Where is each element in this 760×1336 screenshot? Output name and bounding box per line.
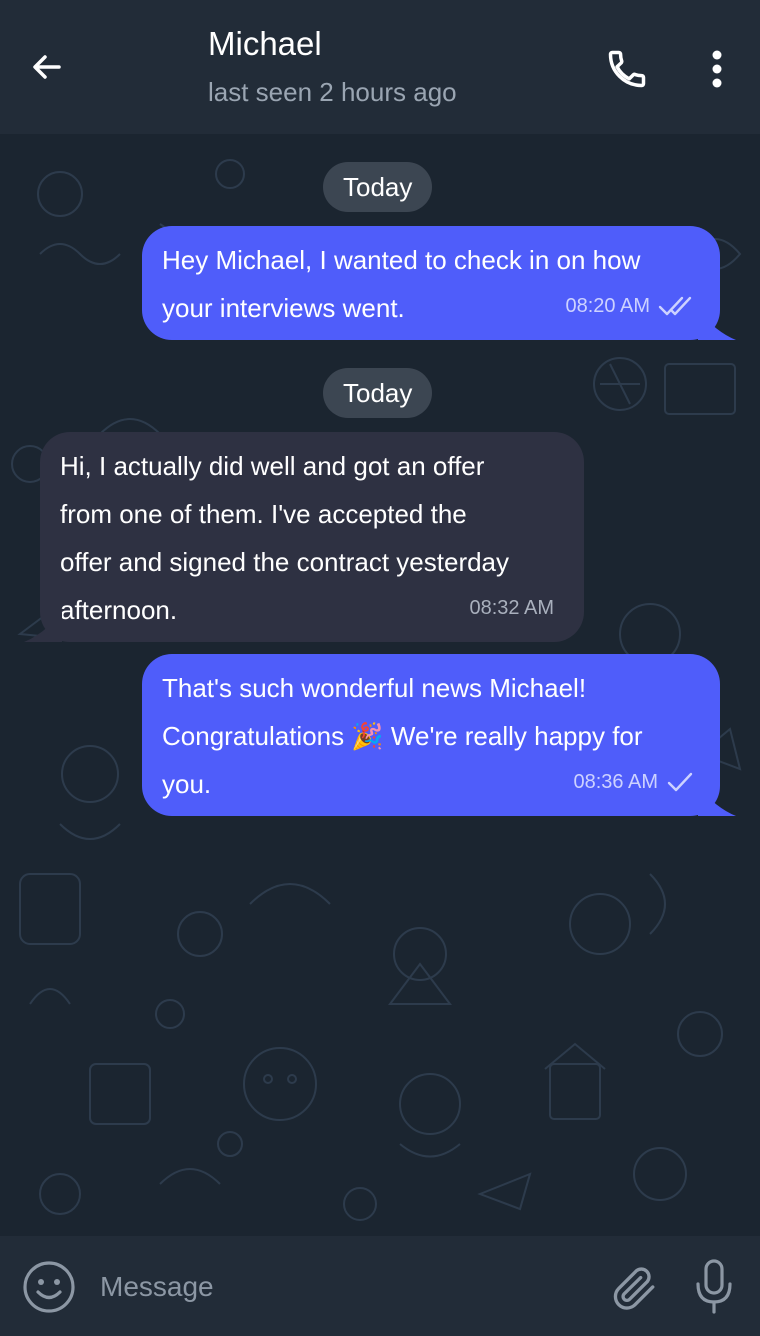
chat-area[interactable]: Today Hey Michael, I wanted to check in … — [0, 134, 760, 1236]
date-separator: Today — [323, 368, 433, 418]
message-composer — [0, 1236, 760, 1336]
arrow-left-icon — [33, 55, 61, 79]
check-icon — [667, 772, 693, 792]
call-button[interactable] — [600, 42, 654, 96]
message-meta: 08:20 AM — [565, 282, 694, 330]
message-meta: 08:32 AM — [469, 584, 554, 632]
message-input[interactable] — [100, 1264, 580, 1310]
emoji-button[interactable] — [20, 1258, 78, 1316]
date-separator: Today — [323, 162, 433, 212]
more-vertical-icon — [712, 50, 722, 88]
message-line: Hey Michael, I wanted to check in on how — [162, 245, 641, 275]
message-time: 08:20 AM — [565, 295, 650, 317]
outgoing-message[interactable]: That's such wonderful news Michael! Cong… — [142, 654, 736, 816]
bubble-tail — [24, 612, 62, 642]
double-check-icon — [658, 296, 692, 316]
message-line: Congratulations 🎉 We're really happy for — [162, 721, 643, 751]
more-options-button[interactable] — [694, 42, 740, 96]
microphone-icon — [696, 1259, 732, 1314]
contact-name[interactable]: Michael — [208, 25, 322, 63]
contact-last-seen: last seen 2 hours ago — [208, 77, 457, 107]
bubble-tail — [698, 310, 736, 340]
attach-button[interactable] — [604, 1258, 664, 1318]
smiley-icon — [23, 1261, 75, 1313]
message-line: offer and signed the contract yesterday — [60, 547, 510, 577]
microphone-button[interactable] — [686, 1254, 742, 1320]
back-button[interactable] — [22, 42, 72, 92]
paperclip-icon — [613, 1267, 655, 1310]
outgoing-message[interactable]: Hey Michael, I wanted to check in on how… — [142, 226, 736, 340]
message-meta: 08:36 AM — [573, 758, 694, 806]
message-line: Hi, I actually did well and got an offer — [60, 451, 485, 481]
message-line: from one of them. I've accepted the — [60, 499, 467, 529]
bubble-tail — [698, 786, 736, 816]
message-line: That's such wonderful news Michael! — [162, 673, 587, 703]
message-time: 08:32 AM — [469, 597, 554, 619]
message-time: 08:36 AM — [573, 771, 658, 793]
phone-icon — [608, 50, 646, 88]
incoming-message[interactable]: Hi, I actually did well and got an offer… — [24, 432, 584, 642]
chat-header: Michael last seen 2 hours ago — [0, 0, 760, 134]
